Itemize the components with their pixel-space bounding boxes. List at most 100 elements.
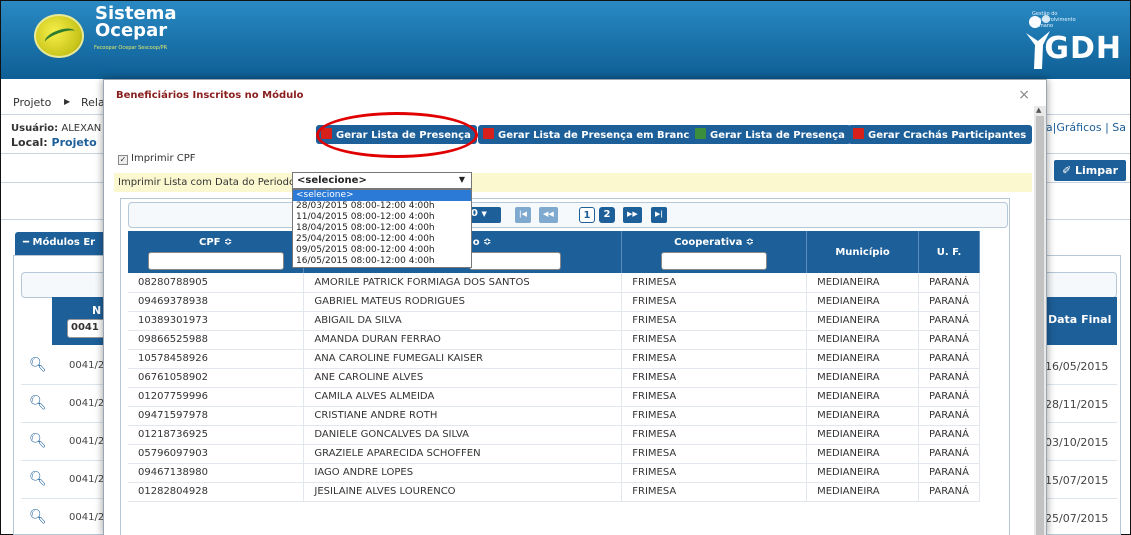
- periodo-dropdown: <selecione> 28/03/2015 08:00-12:00 4:00h…: [292, 189, 472, 268]
- periodo-option[interactable]: 11/04/2015 08:00-12:00 4:00h: [293, 212, 471, 223]
- periodo-option[interactable]: 25/04/2015 08:00-12:00 4:00h: [293, 234, 471, 245]
- cell-municipio: MEDIANEIRA: [806, 425, 919, 445]
- cell-beneficiario: AMORILE PATRICK FORMIAGA DOS SANTOS: [303, 273, 623, 293]
- beneficiario-filter-input[interactable]: [469, 252, 562, 270]
- periodo-option[interactable]: 09/05/2015 08:00-12:00 4:00h: [293, 245, 471, 256]
- clear-button[interactable]: ✐ Limpar: [1053, 160, 1126, 181]
- cell-beneficiario: DANIELE GONCALVES DA SILVA: [303, 425, 623, 445]
- chevron-down-icon: ▼: [481, 210, 487, 218]
- user-value: ALEXAN: [61, 123, 102, 134]
- col-header-uf: U. F.: [918, 231, 981, 273]
- search-icon[interactable]: 🔍︎: [29, 433, 47, 449]
- cooperativa-filter-input[interactable]: [661, 252, 768, 270]
- search-icon[interactable]: 🔍︎: [29, 395, 47, 411]
- table-header-row: CPF ≎ eficiário ≎ Cooperativa ≎ Municípi…: [128, 231, 981, 273]
- table-row[interactable]: 10389301973 ABIGAIL DA SILVA FRIMESA MEDIAN…: [128, 311, 981, 331]
- cell-cooperativa: FRIMESA: [621, 406, 808, 426]
- gerar-lista-presenca-branco-button[interactable]: Gerar Lista de Presença em Branco: [478, 125, 703, 144]
- highlight-ellipse: [316, 112, 478, 158]
- periodo-option[interactable]: <selecione>: [293, 190, 471, 201]
- page-2-button[interactable]: 2: [599, 207, 615, 223]
- gerar-crachas-button[interactable]: Gerar Crachás Participantes: [848, 125, 1033, 144]
- cell-cooperativa: FRIMESA: [621, 425, 808, 445]
- cell-cooperativa: FRIMESA: [621, 349, 808, 369]
- menu-item-relatorios[interactable]: Rela: [81, 96, 105, 109]
- cell-cpf: 10578458926: [128, 349, 305, 369]
- first-page-button[interactable]: |◀: [515, 207, 531, 223]
- table-row: 🔍︎ 0041/2: [21, 499, 111, 535]
- local-label: Local:: [11, 136, 48, 149]
- cell-uf: PARANÁ: [918, 444, 981, 464]
- table-row[interactable]: 05796097903 GRAZIELE APARECIDA SCHOFFEN FR…: [128, 444, 981, 464]
- table-row: 🔍︎ 0041/2: [21, 347, 111, 385]
- imprimir-cpf-option[interactable]: ✓ Imprimir CPF: [118, 153, 196, 165]
- xls-icon: [695, 128, 706, 139]
- row-code: 0041/2: [69, 512, 105, 523]
- scroll-up-icon[interactable]: ▲: [1036, 106, 1041, 114]
- cell-cooperativa: FRIMESA: [621, 463, 808, 483]
- cell-cooperativa: FRIMESA: [621, 387, 808, 407]
- cell-beneficiario: GRAZIELE APARECIDA SCHOFFEN: [303, 444, 623, 464]
- local-value[interactable]: Projeto: [52, 136, 97, 149]
- cell-uf: PARANÁ: [918, 425, 981, 445]
- periodo-option[interactable]: 28/03/2015 08:00-12:00 4:00h: [293, 201, 471, 212]
- cell-cooperativa: FRIMESA: [621, 368, 808, 388]
- pager: 0 ▼ |◀ ◀◀ 1 2 ▶▶ ▶|: [128, 202, 1008, 228]
- periodo-option[interactable]: 16/05/2015 08:00-12:00 4:00h: [293, 256, 471, 267]
- prev-page-button[interactable]: ◀◀: [539, 207, 558, 223]
- cpf-filter-input[interactable]: [147, 252, 284, 270]
- cell-cpf: 08280788905: [128, 273, 305, 293]
- cell-beneficiario: ANA CAROLINE FUMEGALI KAISER: [303, 349, 623, 369]
- table-row[interactable]: 06761058902 ANE CAROLINE ALVES FRIMESA MEDI…: [128, 368, 981, 388]
- col-header-numero-label: N: [92, 304, 102, 317]
- top-right-links[interactable]: pa|Gráficos | Sa: [1039, 121, 1126, 134]
- col-header-cooperativa[interactable]: Cooperativa ≎: [621, 231, 808, 273]
- cell-cooperativa: FRIMESA: [621, 330, 808, 350]
- table-row[interactable]: 01218736925 DANIELE GONCALVES DA SILVA FRI…: [128, 425, 981, 445]
- col-header-cpf[interactable]: CPF ≎: [128, 231, 305, 273]
- modal-scrollbar[interactable]: ▲: [1034, 106, 1046, 535]
- cell-uf: PARANÁ: [918, 387, 981, 407]
- modulos-tab[interactable]: ━ Módulos Er: [15, 232, 105, 255]
- gerar-lista-presenca-xls-button[interactable]: Gerar Lista de Presença: [690, 125, 851, 144]
- table-row[interactable]: 08280788905 AMORILE PATRICK FORMIAGA DOS …: [128, 273, 981, 293]
- page-1-button[interactable]: 1: [579, 207, 595, 223]
- checkbox-icon[interactable]: ✓: [118, 155, 128, 165]
- table-row[interactable]: 09866525988 AMANDA DURAN FERRAO FRIMESA MED…: [128, 330, 981, 350]
- cell-municipio: MEDIANEIRA: [806, 273, 919, 293]
- cell-municipio: MEDIANEIRA: [806, 406, 919, 426]
- periodo-option[interactable]: 18/04/2015 08:00-12:00 4:00h: [293, 223, 471, 234]
- app-subtitle: Fecoopar Ocepar Sescoop/PR: [94, 45, 168, 51]
- cell-cpf: 09469378938: [128, 292, 305, 312]
- app-title-line2: Ocepar: [95, 20, 168, 41]
- table-row[interactable]: 01207759996 CAMILA ALVES ALMEIDA FRIMESA ME…: [128, 387, 981, 407]
- row-code: 0041/2: [69, 474, 105, 485]
- gdh-tagline: Gestão do Desenvolvimento Humano: [1032, 11, 1076, 29]
- app-title: Sistema Ocepar: [95, 5, 177, 41]
- cell-municipio: MEDIANEIRA: [806, 482, 919, 502]
- cell-cpf: 09866525988: [128, 330, 305, 350]
- table-row[interactable]: 01282804928 JESILAINE ALVES LOURENCO FRIME…: [128, 482, 981, 502]
- page-size-select[interactable]: 0 ▼: [467, 207, 501, 223]
- close-icon[interactable]: ×: [1018, 87, 1030, 103]
- menu-item-projeto[interactable]: Projeto: [13, 96, 51, 109]
- row-code: 0041/2: [69, 436, 105, 447]
- cell-municipio: MEDIANEIRA: [806, 349, 919, 369]
- table-row[interactable]: 10578458926 ANA CAROLINE FUMEGALI KAISER F…: [128, 349, 981, 369]
- cell-uf: PARANÁ: [918, 368, 981, 388]
- last-page-button[interactable]: ▶|: [651, 207, 667, 223]
- next-page-button[interactable]: ▶▶: [623, 207, 642, 223]
- col-header-cooperativa-label: Cooperativa ≎: [674, 237, 755, 248]
- scrollbar-thumb[interactable]: [1036, 116, 1044, 535]
- table-row[interactable]: 09469378938 GABRIEL MATEUS RODRIGUES FRIME…: [128, 292, 981, 312]
- table-row[interactable]: 09471597978 CRISTIANE ANDRE ROTH FRIMESA ME…: [128, 406, 981, 426]
- modal-title: Beneficiários Inscritos no Módulo: [116, 90, 304, 101]
- search-icon[interactable]: 🔍︎: [29, 357, 47, 373]
- search-icon[interactable]: 🔍︎: [29, 509, 47, 525]
- user-info: Usuário: ALEXAN: [11, 123, 101, 134]
- button-label: Gerar Crachás Participantes: [868, 130, 1027, 141]
- periodo-select[interactable]: <selecione> ▼: [292, 172, 472, 189]
- cell-municipio: MEDIANEIRA: [806, 463, 919, 483]
- table-row[interactable]: 09467138980 IAGO ANDRE LOPES FRIMESA MEDIAN…: [128, 463, 981, 483]
- search-icon[interactable]: 🔍︎: [29, 471, 47, 487]
